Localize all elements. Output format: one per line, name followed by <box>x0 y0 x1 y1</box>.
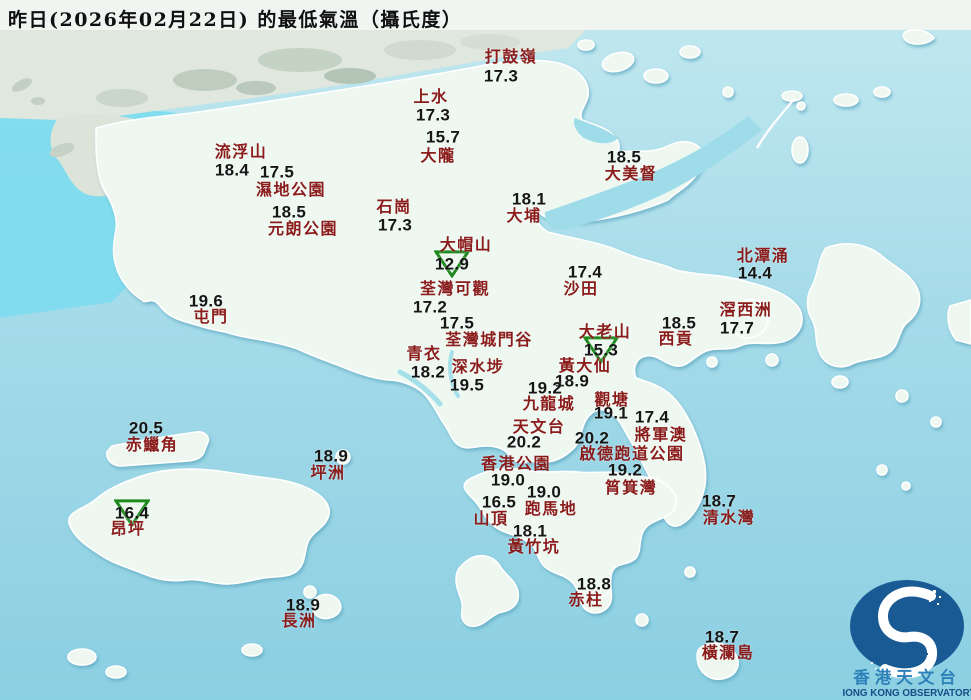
station-name-label: 山頂 <box>473 509 509 528</box>
station-name-label: 赤鱲角 <box>125 435 179 454</box>
station-value-label: 18.1 <box>512 521 548 541</box>
station-name-label: 長洲 <box>281 611 317 630</box>
station-value-label: 19.1 <box>593 403 629 423</box>
station-value-label: 17.7 <box>719 318 755 338</box>
station-name-label: 赤柱 <box>568 590 604 609</box>
station-name-label: 石崗 <box>376 197 412 216</box>
station-value-label: 17.3 <box>415 105 451 125</box>
station-name-label: 元朗公園 <box>267 219 339 238</box>
station-name-label: 筲箕灣 <box>604 478 658 497</box>
station-value-label: 17.3 <box>483 66 519 86</box>
station-value-label: 19.2 <box>527 378 563 398</box>
station-value-label: 19.0 <box>490 470 526 490</box>
station-value-label: 18.2 <box>410 362 446 382</box>
station-name-label: 青衣 <box>406 344 442 363</box>
station-name-label: 跑馬地 <box>524 499 578 518</box>
station-value-label: 18.5 <box>661 313 697 333</box>
station-value-label: 18.5 <box>606 147 642 167</box>
station-value-label: 14.4 <box>737 263 773 283</box>
station-value-label: 19.2 <box>607 460 643 480</box>
station-value-label: 15.7 <box>425 127 461 147</box>
station-name-label: 大埔 <box>506 206 542 225</box>
station-name-label: 大帽山 <box>439 235 493 254</box>
station-value-label: 18.5 <box>271 202 307 222</box>
station-value-label: 17.5 <box>439 313 475 333</box>
station-name-label: 屯門 <box>193 307 229 326</box>
station-value-label: 17.3 <box>377 215 413 235</box>
station-name-label: 大老山 <box>578 322 632 341</box>
station-name-label: 大美督 <box>604 164 658 183</box>
station-value-label: 17.4 <box>634 407 670 427</box>
station-name-label: 將軍澳 <box>634 425 688 444</box>
station-name-label: 大隴 <box>420 146 456 165</box>
station-value-label: 20.2 <box>574 428 610 448</box>
hko-logo: 香港天文台 HONG KONG OBSERVATORY <box>843 580 971 698</box>
logo-en-text: HONG KONG OBSERVATORY <box>843 688 971 698</box>
station-name-label: 黃竹坑 <box>507 537 561 556</box>
station-value-label: 18.8 <box>576 574 612 594</box>
station-name-label: 沙田 <box>563 279 599 298</box>
station-name-label: 九龍城 <box>522 394 576 413</box>
station-name-label: 流浮山 <box>214 142 268 161</box>
station-value-label: 18.9 <box>313 446 349 466</box>
hong-kong-coastline-map <box>0 0 971 700</box>
station-name-label: 打鼓嶺 <box>484 47 538 66</box>
logo-cn-text: 香港天文台 <box>853 667 961 687</box>
station-value-label: 16.5 <box>481 492 517 512</box>
station-name-label: 濕地公園 <box>255 180 327 199</box>
station-value-label: 12.9 <box>434 254 470 274</box>
weather-map-viewport: 昨日(2026年02月22日) 的最低氣溫（攝氏度） 打鼓嶺 17.3 上水 17.3… <box>0 0 971 700</box>
station-name-label: 坪洲 <box>310 463 346 482</box>
station-value-label: 18.7 <box>704 627 740 647</box>
station-value-label: 18.4 <box>214 160 250 180</box>
station-value-label: 19.0 <box>526 482 562 502</box>
station-value-label: 17.4 <box>567 262 603 282</box>
station-name-label: 上水 <box>413 87 449 106</box>
station-value-label: 20.2 <box>506 432 542 452</box>
station-value-label: 18.7 <box>701 491 737 511</box>
station-value-label: 19.5 <box>449 375 485 395</box>
station-name-label: 滘西洲 <box>719 300 773 319</box>
station-name-label: 橫瀾島 <box>701 643 755 662</box>
station-name-label: 深水埗 <box>451 357 505 376</box>
station-value-label: 19.6 <box>188 291 224 311</box>
station-name-label: 荃灣城門谷 <box>445 330 533 349</box>
station-name-label: 昂坪 <box>110 519 146 538</box>
station-value-label: 17.5 <box>259 162 295 182</box>
station-value-label: 18.1 <box>511 189 547 209</box>
station-name-label: 清水灣 <box>702 508 756 527</box>
station-name-label: 西貢 <box>658 329 694 348</box>
station-value-label: 20.5 <box>128 418 164 438</box>
station-name-label: 北潭涌 <box>736 246 790 265</box>
station-value-label: 16.4 <box>114 503 150 523</box>
station-name-label: 荃灣可觀 <box>419 279 491 298</box>
station-value-label: 18.9 <box>285 595 321 615</box>
map-title: 昨日(2026年02月22日) 的最低氣溫（攝氏度） <box>8 9 463 31</box>
